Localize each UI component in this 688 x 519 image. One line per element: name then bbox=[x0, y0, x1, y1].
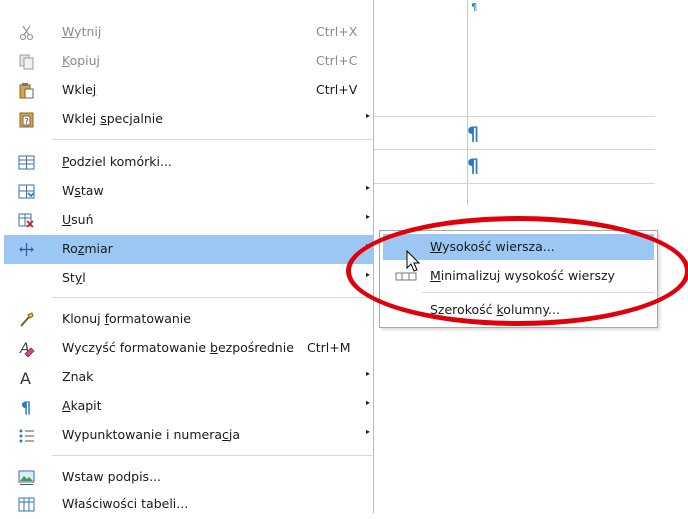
table-row-border bbox=[360, 149, 655, 150]
menu-item-cut[interactable]: Wytnij Ctrl+X bbox=[4, 18, 374, 47]
menu-separator bbox=[52, 139, 372, 140]
menu-item-paste-special[interactable]: ? Wklej specjalnie ▸ bbox=[4, 105, 374, 134]
menu-separator bbox=[52, 455, 372, 456]
menu-item-bullets[interactable]: Wypunktowanie i numeracja ▸ bbox=[4, 421, 374, 450]
menu-item-insert-caption[interactable]: Wstaw podpis... bbox=[4, 463, 374, 492]
table-row-border bbox=[360, 183, 655, 184]
menu-item-delete[interactable]: Usuń ▸ bbox=[4, 206, 374, 235]
menu-item-style[interactable]: Styl ▸ bbox=[4, 264, 374, 293]
size-submenu: Wysokość wiersza... Minimalizuj wysokość… bbox=[379, 230, 658, 328]
pilcrow-mark: ¶ bbox=[467, 155, 480, 177]
menu-item-clone-formatting[interactable]: Klonuj formatowanie bbox=[4, 305, 374, 334]
menu-separator bbox=[52, 297, 372, 298]
menu-item-paste[interactable]: Wklej Ctrl+V bbox=[4, 76, 374, 105]
paste-icon bbox=[19, 83, 34, 99]
bullets-icon bbox=[19, 429, 34, 443]
delete-rows-icon bbox=[18, 213, 34, 228]
clear-formatting-icon: A bbox=[19, 341, 35, 357]
menu-item-table-properties[interactable]: Właściwości tabeli... bbox=[4, 490, 374, 519]
submenu-item-column-width[interactable]: Szerokość kolumny... bbox=[383, 297, 654, 323]
pilcrow-mark: ¶ bbox=[471, 2, 478, 13]
paragraph-icon: ¶ bbox=[21, 398, 31, 415]
menu-item-split-cells[interactable]: Podziel komórki... bbox=[4, 148, 374, 177]
table-row-border bbox=[360, 116, 655, 117]
svg-text:?: ? bbox=[25, 117, 29, 126]
paste-special-icon: ? bbox=[19, 112, 34, 128]
clone-formatting-icon bbox=[20, 312, 34, 327]
menu-item-size[interactable]: Rozmiar ▸ bbox=[4, 235, 374, 264]
submenu-item-minimize-row-height[interactable]: Minimalizuj wysokość wierszy bbox=[383, 263, 654, 289]
svg-text:A: A bbox=[20, 369, 31, 386]
caption-icon bbox=[18, 470, 35, 485]
menu-item-insert[interactable]: Wstaw ▸ bbox=[4, 177, 374, 206]
context-menu: Wytnij Ctrl+X Kopiuj Ctrl+C Wklej Ctrl+V… bbox=[4, 0, 374, 513]
character-icon: A bbox=[20, 369, 31, 386]
menu-item-copy[interactable]: Kopiuj Ctrl+C bbox=[4, 47, 374, 76]
split-cells-icon bbox=[18, 155, 35, 170]
svg-text:¶: ¶ bbox=[21, 398, 31, 415]
submenu-item-row-height[interactable]: Wysokość wiersza... bbox=[383, 234, 654, 260]
insert-rows-icon bbox=[18, 184, 35, 199]
mouse-cursor-icon bbox=[406, 250, 421, 272]
scissors-icon bbox=[19, 25, 34, 41]
menu-item-character[interactable]: A Znak ▸ bbox=[4, 363, 374, 392]
copy-icon bbox=[19, 54, 34, 70]
menu-item-clear-formatting[interactable]: A Wyczyść formatowanie bezpośrednie Ctrl… bbox=[4, 334, 374, 363]
submenu-separator bbox=[422, 292, 654, 293]
resize-icon bbox=[19, 243, 34, 256]
table-properties-icon bbox=[18, 497, 35, 512]
pilcrow-mark: ¶ bbox=[467, 123, 480, 145]
menu-item-paragraph[interactable]: ¶ Akapit ▸ bbox=[4, 392, 374, 421]
